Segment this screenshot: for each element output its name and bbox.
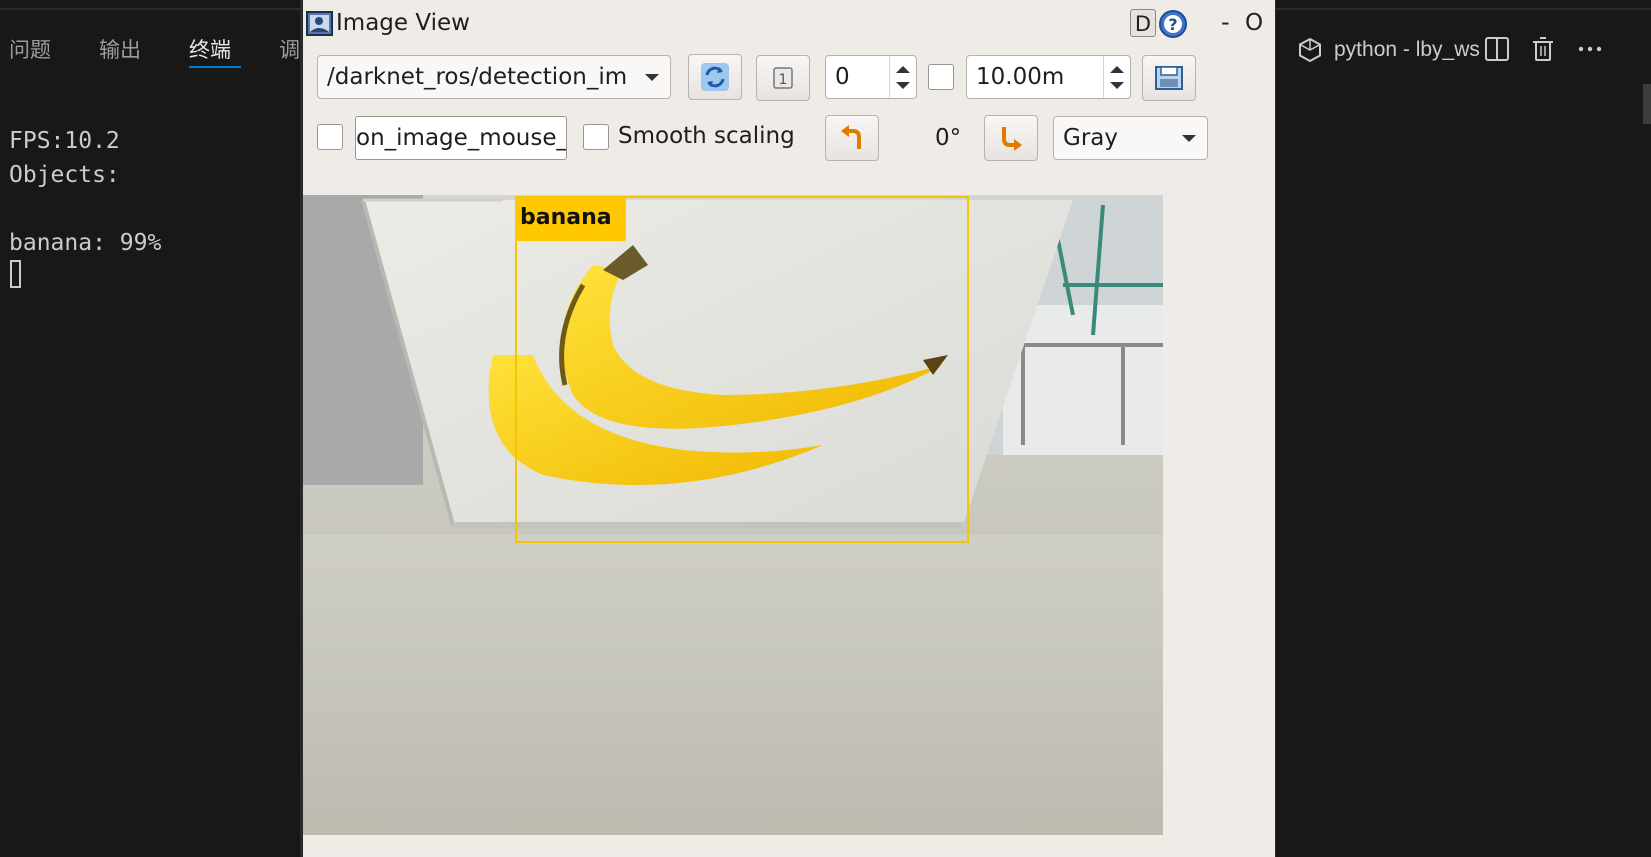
zoom-spinbox[interactable]: 0	[825, 55, 917, 99]
zoom-1-button[interactable]: 1	[756, 55, 810, 101]
tab-problems[interactable]: 问题	[9, 34, 51, 64]
terminal-instance-label: python - lby_ws	[1334, 38, 1480, 61]
terminal-line: Objects:	[9, 162, 120, 188]
color-scheme-value: Gray	[1063, 125, 1118, 151]
rotate-right-icon	[1002, 127, 1022, 151]
topic-value: /darknet_ros/detection_im	[327, 64, 628, 90]
terminal-output[interactable]: FPS:10.2 Objects: banana: 99%	[9, 124, 161, 260]
more-actions-icon[interactable]	[1575, 34, 1605, 64]
chevron-down-icon	[645, 74, 659, 81]
zoom-1-icon: 1	[773, 67, 793, 89]
save-icon	[1155, 66, 1183, 90]
max-range-value: 10.00m	[976, 64, 1065, 90]
split-editor-icon[interactable]	[1482, 34, 1512, 64]
smooth-scaling-label: Smooth scaling	[618, 123, 795, 149]
window-title: Image View	[336, 10, 470, 36]
smooth-scaling-checkbox[interactable]	[583, 124, 609, 150]
spin-down-icon[interactable]	[1110, 82, 1124, 89]
topic-combobox[interactable]: /darknet_ros/detection_im	[317, 55, 671, 99]
rotate-left-button[interactable]	[825, 115, 879, 161]
spin-separator	[1103, 56, 1130, 98]
terminal-line: FPS:10.2	[9, 128, 120, 154]
spin-up-icon[interactable]	[1110, 66, 1124, 73]
dynamic-range-checkbox[interactable]	[928, 64, 954, 90]
help-icon[interactable]: ?	[1158, 9, 1188, 39]
chevron-down-icon	[1182, 135, 1196, 142]
top-divider	[0, 8, 300, 10]
trash-icon[interactable]	[1528, 34, 1558, 64]
detection-label: banana	[515, 197, 626, 241]
refresh-icon	[701, 63, 729, 91]
tab-debug-console[interactable]: 调	[279, 34, 300, 64]
spin-down-icon[interactable]	[896, 82, 910, 89]
tab-output[interactable]: 输出	[99, 34, 141, 64]
top-divider-right	[1276, 8, 1651, 10]
image-view-icon	[306, 11, 333, 36]
spin-up-icon[interactable]	[896, 66, 910, 73]
tab-terminal[interactable]: 终端	[189, 34, 231, 64]
scrollbar[interactable]	[1643, 84, 1651, 124]
rotation-label: 0°	[935, 125, 962, 151]
minimize-button[interactable]: -	[1221, 8, 1230, 36]
python-workspace-icon	[1299, 37, 1321, 63]
zoom-spinbox-value: 0	[835, 64, 850, 90]
detection-bounding-box	[515, 196, 969, 543]
rotate-right-button[interactable]	[984, 115, 1038, 161]
help-buttons: D ?	[1130, 9, 1188, 39]
refresh-topics-button[interactable]	[688, 54, 742, 100]
mouse-topic-field[interactable]: on_image_mouse_	[355, 116, 567, 160]
color-scheme-combobox[interactable]: Gray	[1053, 116, 1208, 160]
svg-text:1: 1	[779, 72, 788, 88]
terminal-cursor	[10, 260, 21, 288]
active-tab-indicator	[189, 66, 241, 68]
mouse-topic-value: on_image_mouse_	[356, 125, 567, 151]
terminal-instance[interactable]: python - lby_ws	[1296, 32, 1480, 68]
mouse-publish-checkbox[interactable]	[317, 124, 343, 150]
rotate-left-icon	[841, 125, 861, 149]
dock-button[interactable]: D	[1130, 9, 1156, 37]
close-button[interactable]: O	[1245, 10, 1263, 36]
terminal-line: banana: 99%	[9, 230, 162, 256]
spin-separator	[889, 56, 916, 98]
save-image-button[interactable]	[1142, 55, 1196, 101]
svg-text:?: ?	[1168, 15, 1177, 34]
max-range-spinbox[interactable]: 10.00m	[966, 55, 1131, 99]
